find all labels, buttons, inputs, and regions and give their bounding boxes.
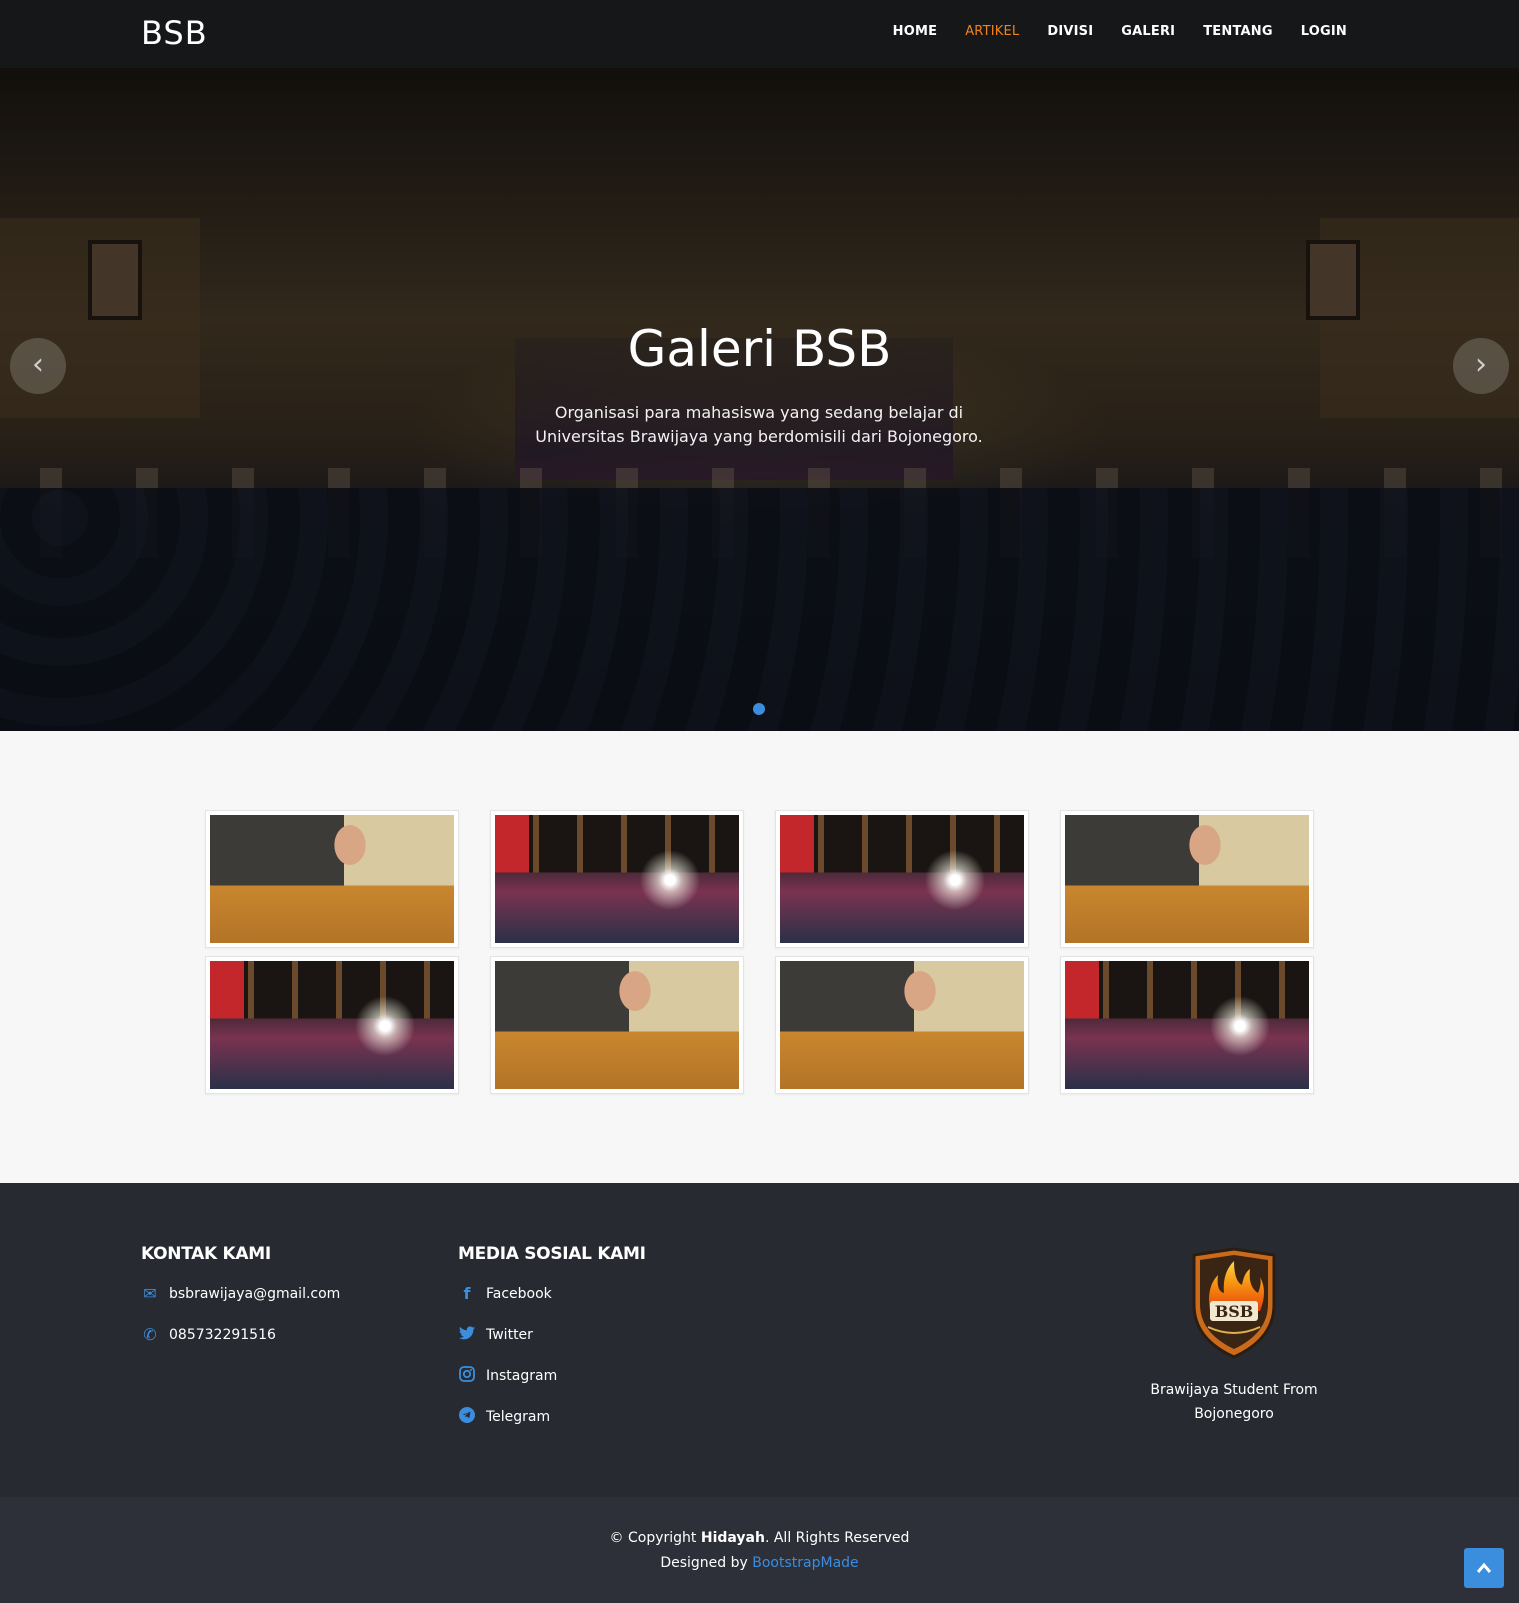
menu-item-tentang[interactable]: TENTANG [1203, 24, 1273, 39]
facebook-icon: f [463, 1284, 471, 1303]
designed-by-prefix: Designed by [660, 1555, 753, 1571]
logo-caption: Brawijaya Student From Bojonegoro [1150, 1382, 1318, 1422]
designed-by: Designed by BootstrapMade [0, 1555, 1519, 1571]
social-link-label: Facebook [486, 1285, 552, 1302]
bootstrapmade-link[interactable]: BootstrapMade [752, 1555, 858, 1571]
social-link-telegram[interactable]: Telegram [458, 1407, 550, 1427]
gallery-photo [780, 961, 1024, 1089]
twitter-icon [458, 1325, 476, 1344]
chevron-up-icon [1476, 1557, 1492, 1578]
copyright-text: © Copyright Hidayah. All Rights Reserved [0, 1530, 1519, 1546]
social-link-label: Twitter [486, 1326, 533, 1343]
gallery-thumbnail[interactable] [490, 956, 744, 1094]
hero-subtitle: Organisasi para mahasiswa yang sedang be… [535, 403, 983, 446]
gallery-thumbnail[interactable] [775, 810, 1029, 948]
copyright-name: Hidayah [700, 1530, 765, 1546]
instagram-icon [458, 1366, 476, 1386]
gallery-photo [1065, 815, 1309, 943]
contact-phone-text: 085732291516 [169, 1326, 276, 1343]
gallery-thumbnail[interactable] [1060, 956, 1314, 1094]
social-link-label: Instagram [486, 1368, 558, 1384]
phone-icon: ✆ [143, 1325, 157, 1344]
social-link-label: Telegram [486, 1409, 551, 1425]
envelope-icon: ✉ [143, 1284, 157, 1303]
chevron-left-icon: ‹ [32, 347, 44, 382]
gallery-photo [495, 815, 739, 943]
menu-item-login[interactable]: LOGIN [1301, 24, 1347, 39]
gallery-thumbnail[interactable] [1060, 810, 1314, 948]
menu-item-galeri[interactable]: GALERI [1121, 24, 1175, 39]
gallery-photo [495, 961, 739, 1089]
copyright-prefix: © Copyright [609, 1530, 701, 1546]
social-heading: MEDIA SOSIAL KAMI [458, 1244, 646, 1264]
menu-item-home[interactable]: HOME [893, 24, 938, 39]
back-to-top-button[interactable] [1464, 1548, 1504, 1588]
carousel-indicator-dot[interactable] [753, 703, 765, 715]
copyright-suffix: . All Rights Reserved [764, 1530, 910, 1546]
main-menu: HOME ARTIKEL DIVISI GALERI TENTANG LOGIN [893, 24, 1347, 39]
bsb-logo-emblem: BSB [1188, 1247, 1280, 1359]
brand-logo[interactable]: BSB [141, 14, 208, 52]
logo-text: BSB [1215, 1302, 1254, 1321]
gallery-thumbnail[interactable] [205, 956, 459, 1094]
gallery-thumbnail[interactable] [490, 810, 744, 948]
gallery-photo [1065, 961, 1309, 1089]
hero-overlay [0, 68, 1519, 731]
gallery-thumbnail[interactable] [205, 810, 459, 948]
menu-item-divisi[interactable]: DIVISI [1047, 24, 1093, 39]
social-link-instagram[interactable]: Instagram [458, 1366, 557, 1386]
gallery-thumbnail[interactable] [775, 956, 1029, 1094]
navbar: BSB HOME ARTIKEL DIVISI GALERI TENTANG L… [0, 0, 1519, 68]
carousel-prev-button[interactable]: ‹ [10, 338, 66, 394]
chevron-right-icon: › [1475, 347, 1487, 382]
contact-email-text: bsbrawijaya@gmail.com [169, 1285, 341, 1302]
gallery-photo [780, 815, 1024, 943]
copyright-bar [0, 1497, 1519, 1603]
hero-carousel: Galeri BSB Organisasi para mahasiswa yan… [0, 68, 1519, 731]
gallery-photo [210, 815, 454, 943]
contact-email[interactable]: ✉ bsbrawijaya@gmail.com [141, 1284, 340, 1303]
telegram-icon [458, 1407, 476, 1427]
social-link-facebook[interactable]: f Facebook [458, 1284, 552, 1303]
carousel-next-button[interactable]: › [1453, 338, 1509, 394]
hero-title: Galeri BSB [627, 320, 892, 378]
gallery-photo [210, 961, 454, 1089]
contact-phone[interactable]: ✆ 085732291516 [141, 1325, 276, 1344]
contact-heading: KONTAK KAMI [141, 1244, 271, 1264]
menu-item-artikel[interactable]: ARTIKEL [965, 24, 1019, 39]
social-link-twitter[interactable]: Twitter [458, 1325, 533, 1344]
